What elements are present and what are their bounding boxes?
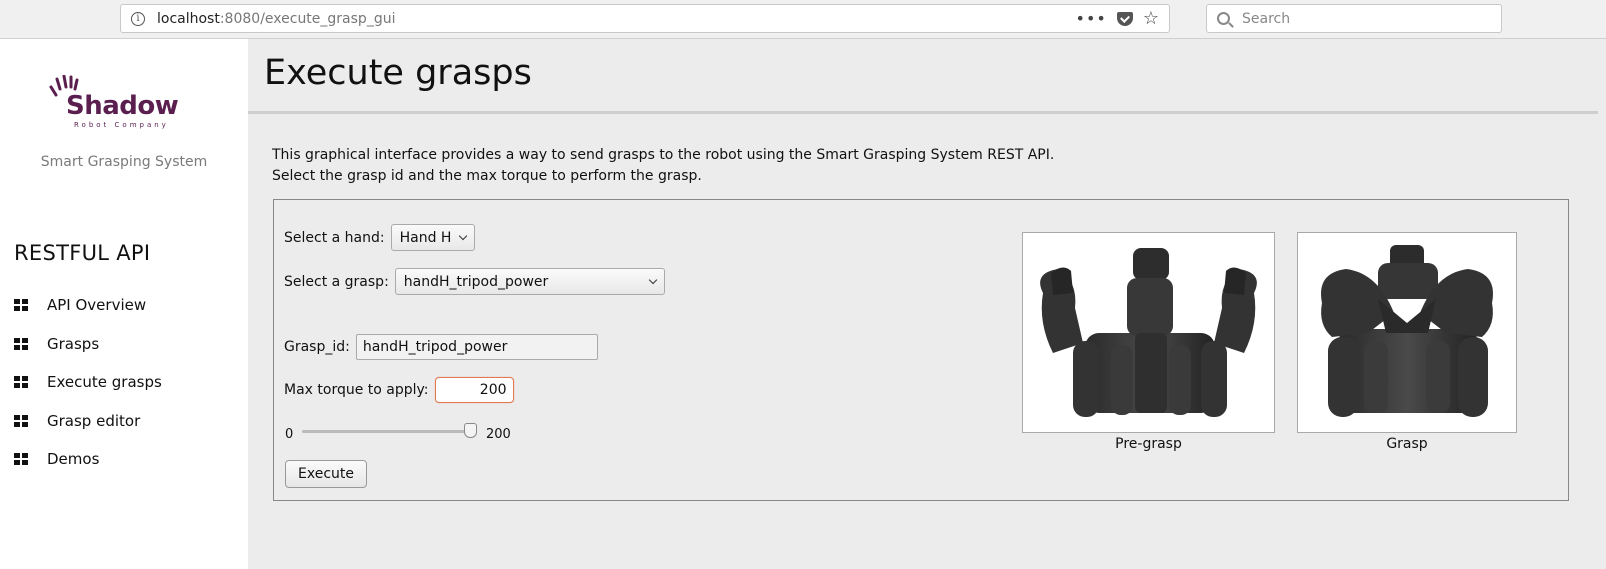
browser-search-input[interactable]: Search — [1206, 4, 1502, 33]
page-description: This graphical interface provides a way … — [272, 147, 1055, 184]
api-section-title: RESTFUL API — [14, 241, 151, 265]
slider-max-label: 200 — [486, 427, 511, 442]
search-icon — [1217, 12, 1230, 25]
execute-button[interactable]: Execute — [285, 460, 367, 488]
browser-toolbar: i localhost:8080/execute_grasp_gui ••• ☆… — [0, 0, 1606, 39]
chevron-down-icon — [458, 231, 467, 240]
robot-hand-grasp-icon — [1321, 245, 1493, 417]
tagline: Smart Grasping System — [40, 154, 208, 170]
grasp-id-field[interactable]: handH_tripod_power — [355, 334, 598, 360]
grid-icon — [14, 337, 28, 350]
sidebar-item-api-overview[interactable]: API Overview — [14, 286, 162, 325]
pregrasp-caption: Pre-grasp — [1115, 436, 1182, 452]
info-icon[interactable]: i — [131, 11, 145, 26]
sidebar-item-demos[interactable]: Demos — [14, 440, 162, 479]
address-bar[interactable]: i localhost:8080/execute_grasp_gui ••• ☆ — [120, 4, 1170, 33]
main-content: Execute grasps This graphical interface … — [248, 39, 1606, 569]
pregrasp-image — [1022, 232, 1275, 433]
torque-slider-thumb[interactable] — [463, 423, 477, 438]
title-divider — [248, 111, 1598, 114]
sidebar-item-grasp-editor[interactable]: Grasp editor — [14, 402, 162, 441]
robot-hand-pregrasp-icon — [1040, 248, 1257, 417]
torque-row: Max torque to apply: 200 — [284, 377, 514, 403]
grasp-image — [1297, 232, 1517, 433]
sidebar-item-execute-grasps[interactable]: Execute grasps — [14, 363, 162, 402]
grid-icon — [14, 414, 28, 427]
grasp-caption: Grasp — [1386, 436, 1428, 452]
sidebar: Shadow Robot Company Smart Grasping Syst… — [0, 39, 248, 569]
page-title: Execute grasps — [264, 53, 532, 93]
shadow-logo[interactable]: Shadow Robot Company — [48, 75, 200, 133]
sidebar-item-grasps[interactable]: Grasps — [14, 325, 162, 364]
grid-icon — [14, 299, 28, 312]
torque-slider-track[interactable] — [302, 430, 470, 433]
hand-select[interactable]: Hand H — [390, 224, 475, 251]
sidebar-nav: API Overview Grasps Execute grasps Grasp… — [14, 286, 162, 479]
slider-min-label: 0 — [285, 427, 294, 442]
bookmark-star-icon[interactable]: ☆ — [1143, 10, 1159, 28]
pocket-icon[interactable] — [1116, 12, 1133, 26]
execute-grasp-panel: Select a hand: Hand H Select a grasp: ha… — [273, 199, 1569, 501]
hand-row: Select a hand: Hand H — [284, 224, 475, 251]
url-text[interactable]: localhost:8080/execute_grasp_gui — [157, 11, 395, 27]
max-torque-input[interactable]: 200 — [434, 377, 514, 403]
page-actions-icon[interactable]: ••• — [1076, 11, 1107, 27]
grasp-row: Select a grasp: handH_tripod_power — [284, 268, 665, 295]
chevron-down-icon — [648, 275, 658, 284]
grid-icon — [14, 453, 28, 466]
grasp-select[interactable]: handH_tripod_power — [394, 268, 665, 295]
grasp-id-row: Grasp_id: handH_tripod_power — [284, 334, 598, 360]
grid-icon — [14, 376, 28, 389]
